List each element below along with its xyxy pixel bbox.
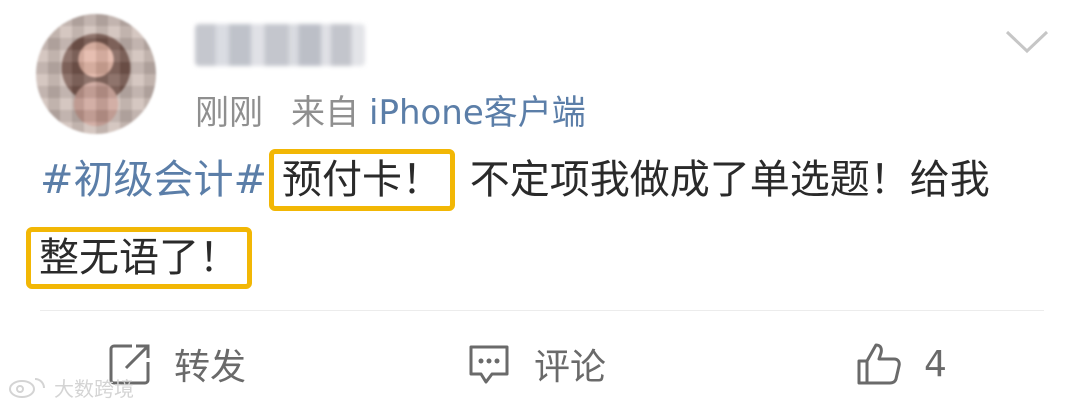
highlight-box-1: 预付卡！	[269, 149, 456, 211]
watermark: 大数跨境	[8, 372, 134, 402]
avatar[interactable]	[36, 14, 156, 134]
post-content: #初级会计# 预付卡！ 不定项我做成了单选题！给我 整无语了！	[26, 148, 1050, 290]
source-prefix: 来自	[291, 92, 359, 133]
hashtag-link[interactable]: #初级会计#	[40, 157, 267, 203]
comment-button[interactable]: 评论	[466, 336, 606, 392]
post-text: 不定项我做成了单选题！给我	[469, 157, 990, 203]
source-client-link[interactable]: iPhone客户端	[369, 85, 586, 134]
post-meta: 刚刚 来自 iPhone客户端	[195, 84, 586, 134]
divider	[40, 310, 1044, 311]
comment-label: 评论	[534, 347, 607, 388]
post-line-1: #初级会计# 预付卡！ 不定项我做成了单选题！给我	[40, 148, 1050, 212]
post-time: 刚刚	[195, 92, 263, 133]
post-line-2: 整无语了！	[24, 226, 1050, 290]
chevron-down-icon[interactable]	[1004, 28, 1050, 56]
watermark-text: 大数跨境	[54, 376, 134, 401]
comment-icon	[469, 345, 509, 384]
repost-label: 转发	[174, 347, 247, 388]
like-button[interactable]: 4	[856, 336, 947, 392]
like-count: 4	[924, 343, 947, 385]
weibo-logo-icon	[9, 378, 45, 398]
highlight-box-2: 整无语了！	[26, 227, 252, 289]
thumbs-up-icon	[857, 343, 901, 385]
username-blurred[interactable]	[195, 24, 365, 66]
